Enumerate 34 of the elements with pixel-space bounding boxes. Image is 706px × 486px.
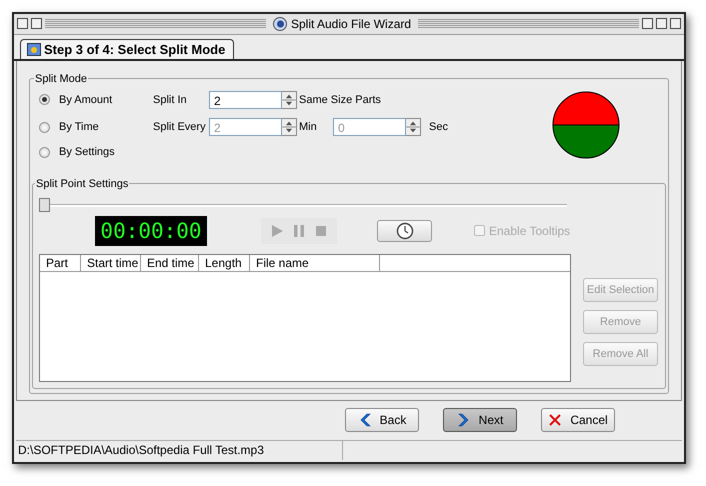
next-arrow-icon [456,413,471,427]
radio-option[interactable]: By Amount [38,94,153,106]
split-count-field[interactable]: 2 [209,90,282,109]
split-parts-drawing [552,90,620,158]
radio-option[interactable]: By Settings [38,146,153,158]
next-button[interactable]: Next [443,408,517,432]
globe-icon [272,16,287,31]
group-title: Split Point Settings [35,178,130,190]
unit-label: Sec [428,121,449,134]
spinner-arrows-icon[interactable] [282,118,297,136]
position-slider[interactable] [39,198,567,212]
timer-button[interactable] [377,220,432,242]
spinner-arrows-icon[interactable] [406,118,421,136]
unit-label: Min [299,121,318,134]
time-display: 00:00:00 [95,216,207,246]
spinner-arrows-icon[interactable] [282,90,297,109]
column-header[interactable]: End time [141,254,199,270]
column-header[interactable]: Start time [81,254,141,270]
column-header[interactable]: File name [250,254,380,270]
back-button[interactable]: Back [345,408,419,432]
window-title: Split Audio File Wizard [290,16,412,31]
status-text: D:\SOFTPEDIA\Audio\Softpedia Full Test.mp3 [16,440,343,460]
group-title: Split Mode [34,72,88,84]
radio-option[interactable]: By Time [38,121,153,134]
unit-label: Same Size Parts [299,94,382,106]
field-label: Split In [153,94,188,106]
slider-thumb[interactable] [39,198,50,212]
cancel-button[interactable]: Cancel [541,408,615,432]
clock-icon [396,222,414,240]
column-header[interactable]: Length [199,254,250,270]
wizard-icon [27,42,41,56]
column-header[interactable]: Part [40,254,81,270]
field-label: Split Every [153,121,207,134]
wizard-step-tab[interactable]: Step 3 of 4: Select Split Mode [20,38,234,58]
